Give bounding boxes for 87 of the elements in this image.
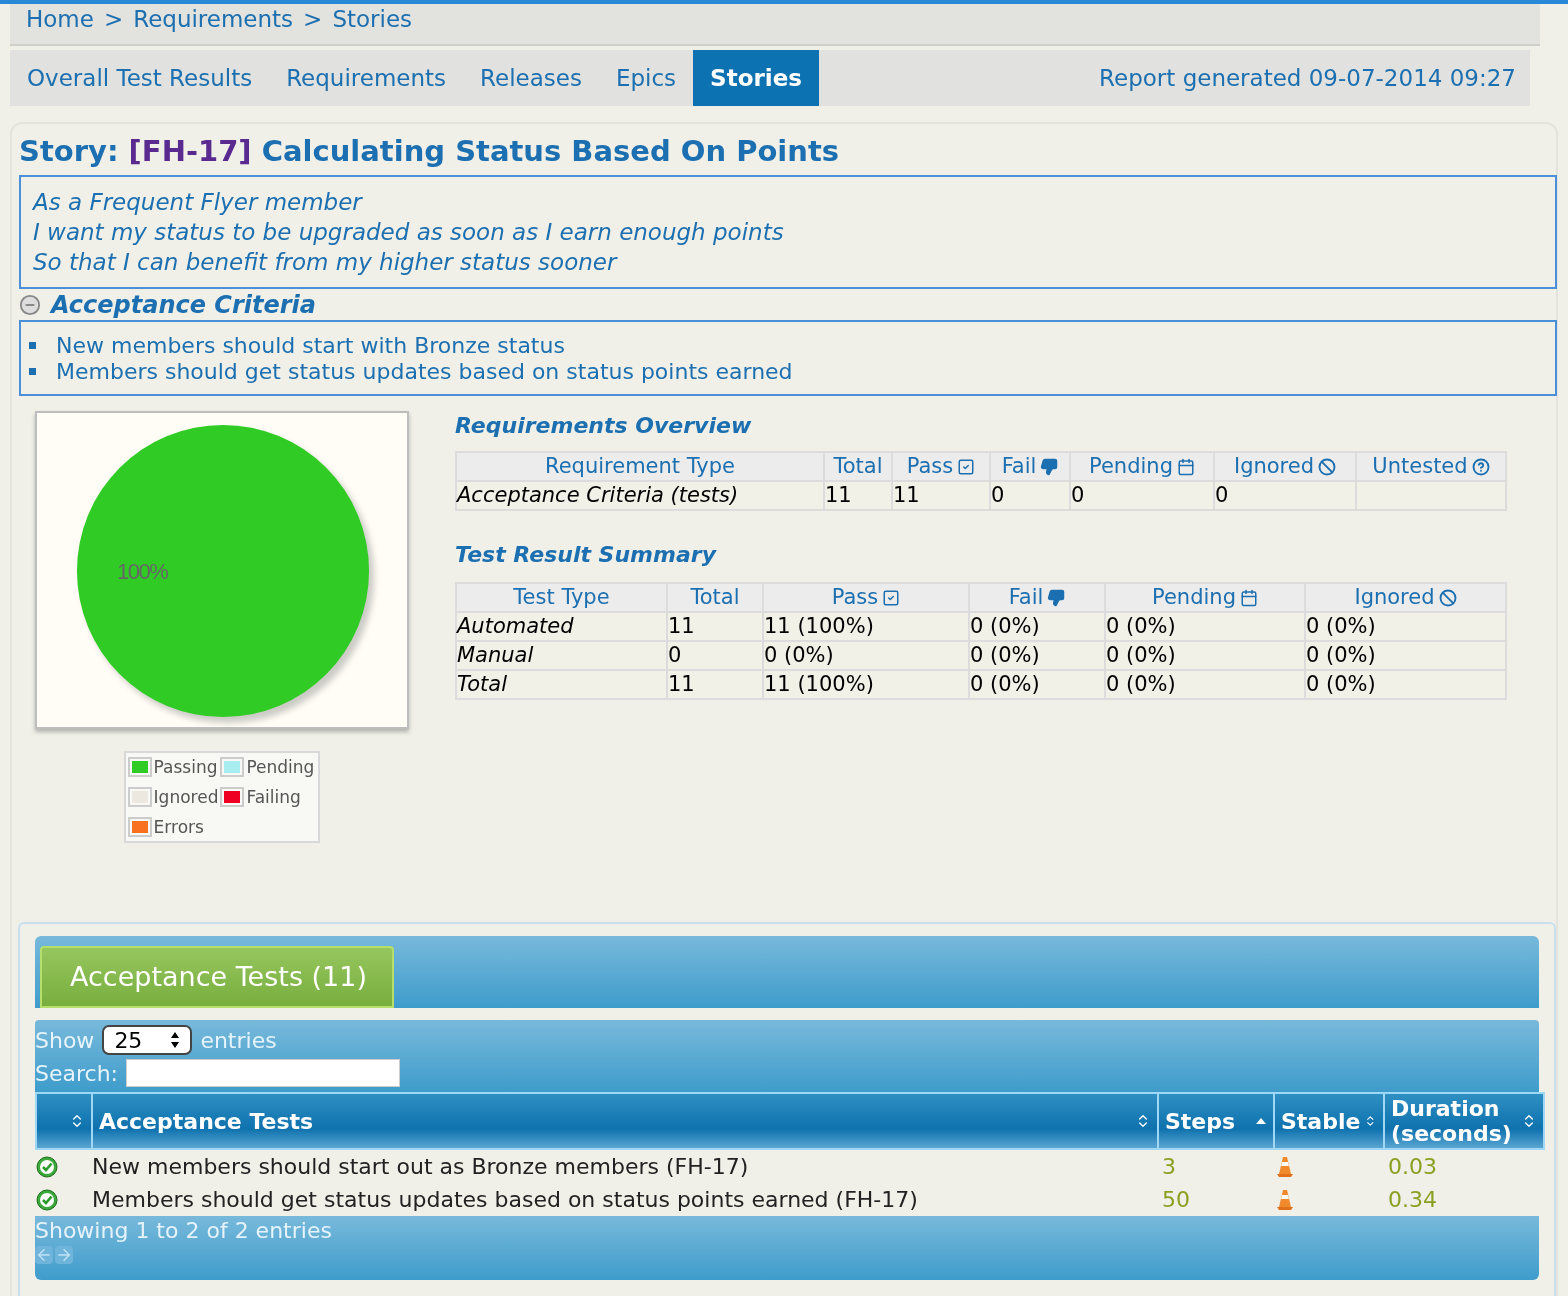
search-label: Search: [35, 1059, 118, 1088]
column-header[interactable]: Duration (seconds) [1384, 1093, 1544, 1149]
test-title: Members should get status updates based on status points earned (FH-17) [92, 1186, 919, 1214]
table-cell: 0 [1214, 481, 1356, 510]
column-header: Pending [1105, 583, 1305, 612]
success-check-icon [36, 1188, 58, 1211]
section-heading: Requirements Overview [455, 412, 753, 440]
report-timestamp: Report generated 09-07-2014 09:27 [1099, 63, 1517, 93]
steps-cell-text: 50 [1161, 1186, 1191, 1214]
ban-icon [1438, 589, 1457, 607]
row-label: Acceptance Criteria (tests) [456, 481, 824, 510]
duration-cell: 0.03 [1384, 1149, 1544, 1183]
nav-tab[interactable]: Epics [598, 50, 694, 106]
column-header: Ignored [1305, 583, 1506, 612]
story-title: Story: [FH-17] Calculating Status Based On Points [19, 133, 841, 170]
column-header: Fail [969, 583, 1105, 612]
slice-label: 100% [117, 558, 168, 586]
previous-page-icon[interactable] [35, 1246, 53, 1264]
section-heading: Acceptance Criteria [51, 290, 317, 320]
breadcrumb-separator: > [303, 5, 323, 34]
breadcrumb-separator: > [103, 5, 124, 34]
steps-cell: 3 [1158, 1149, 1274, 1183]
bullet-icon [29, 341, 36, 349]
nav-tab[interactable]: Overall Test Results [10, 50, 270, 106]
panel-tab[interactable]: Acceptance Tests (11) [40, 946, 394, 1008]
legend-label: Errors [153, 816, 204, 839]
column-header: Requirement Type [456, 452, 824, 481]
column-header: Ignored [1214, 452, 1356, 481]
breadcrumb-link[interactable]: Stories [332, 4, 413, 34]
row-label: Total [456, 670, 667, 699]
checkbox-icon [957, 458, 976, 476]
breadcrumb-link[interactable]: Home [26, 4, 94, 34]
table-cell: 0 [1070, 481, 1214, 510]
breadcrumb-link[interactable]: Requirements [133, 4, 294, 34]
legend-label: Passing [153, 756, 218, 779]
table-cell: 0 [990, 481, 1070, 510]
column-header[interactable]: Steps [1158, 1093, 1274, 1149]
calendar-icon [1176, 458, 1195, 476]
table-cell: 0 (0%) [1305, 670, 1506, 699]
show-label: Show [35, 1026, 95, 1055]
legend-label: Pending [246, 756, 315, 779]
bullet-icon [29, 367, 36, 375]
column-header[interactable] [36, 1093, 92, 1149]
table-cell: 11 [667, 670, 763, 699]
next-page-icon[interactable] [55, 1246, 73, 1264]
test-title: New members should start out as Bronze members (FH-17) [92, 1149, 1158, 1183]
checkbox-icon [882, 589, 901, 607]
nav-tab[interactable]: Releases [463, 50, 599, 106]
narrative-line: I want my status to be upgraded as soon as I earn enough points [33, 218, 785, 247]
column-header: Test Type [456, 583, 667, 612]
narrative-line: As a Frequent Flyer member [33, 188, 364, 217]
ban-icon [1318, 458, 1337, 476]
table-cell: 11 [824, 481, 892, 510]
calendar-icon [1239, 589, 1258, 607]
nav-tab[interactable]: Stories [693, 50, 819, 106]
sort-ascending-icon [1255, 1117, 1267, 1125]
success-check-icon [36, 1155, 58, 1178]
criterion: Members should get status updates based on status points earned [56, 357, 793, 386]
stepper-icon [170, 1031, 181, 1049]
traffic-cone-icon [1276, 1188, 1294, 1211]
thumbs-down-icon [1047, 589, 1066, 607]
entries-label: entries [200, 1026, 277, 1055]
sort-icon [1364, 1113, 1377, 1129]
column-header[interactable]: Acceptance Tests [92, 1093, 1158, 1149]
column-header: Pass [892, 452, 990, 481]
table-cell: 11 [892, 481, 990, 510]
table-cell: 0 (0%) [1105, 670, 1305, 699]
legend-label: Ignored [153, 786, 219, 809]
section-heading: Test Result Summary [455, 541, 718, 569]
question-icon [1471, 458, 1490, 476]
column-header: Pending [1070, 452, 1214, 481]
column-header: Untested [1356, 452, 1506, 481]
table-cell: 11 (100%) [763, 670, 969, 699]
legend-label: Failing [246, 786, 301, 809]
search-field[interactable] [126, 1059, 400, 1087]
nav-tab[interactable]: Requirements [269, 50, 464, 106]
table-info: Showing 1 to 2 of 2 entries [35, 1218, 332, 1243]
criterion: New members should start with Bronze status [56, 331, 565, 360]
column-header: Pass [763, 583, 969, 612]
page-size-select[interactable]: 25 [102, 1025, 193, 1055]
duration-cell-text: 0.34 [1387, 1186, 1438, 1214]
column-header[interactable]: Stable [1274, 1093, 1384, 1149]
thumbs-down-icon [1040, 458, 1059, 476]
collapse-icon[interactable] [19, 294, 41, 316]
narrative-line: So that I can benefit from my higher status sooner [33, 248, 619, 277]
traffic-cone-icon [1276, 1155, 1294, 1178]
table-cell: 0 (0%) [969, 670, 1105, 699]
